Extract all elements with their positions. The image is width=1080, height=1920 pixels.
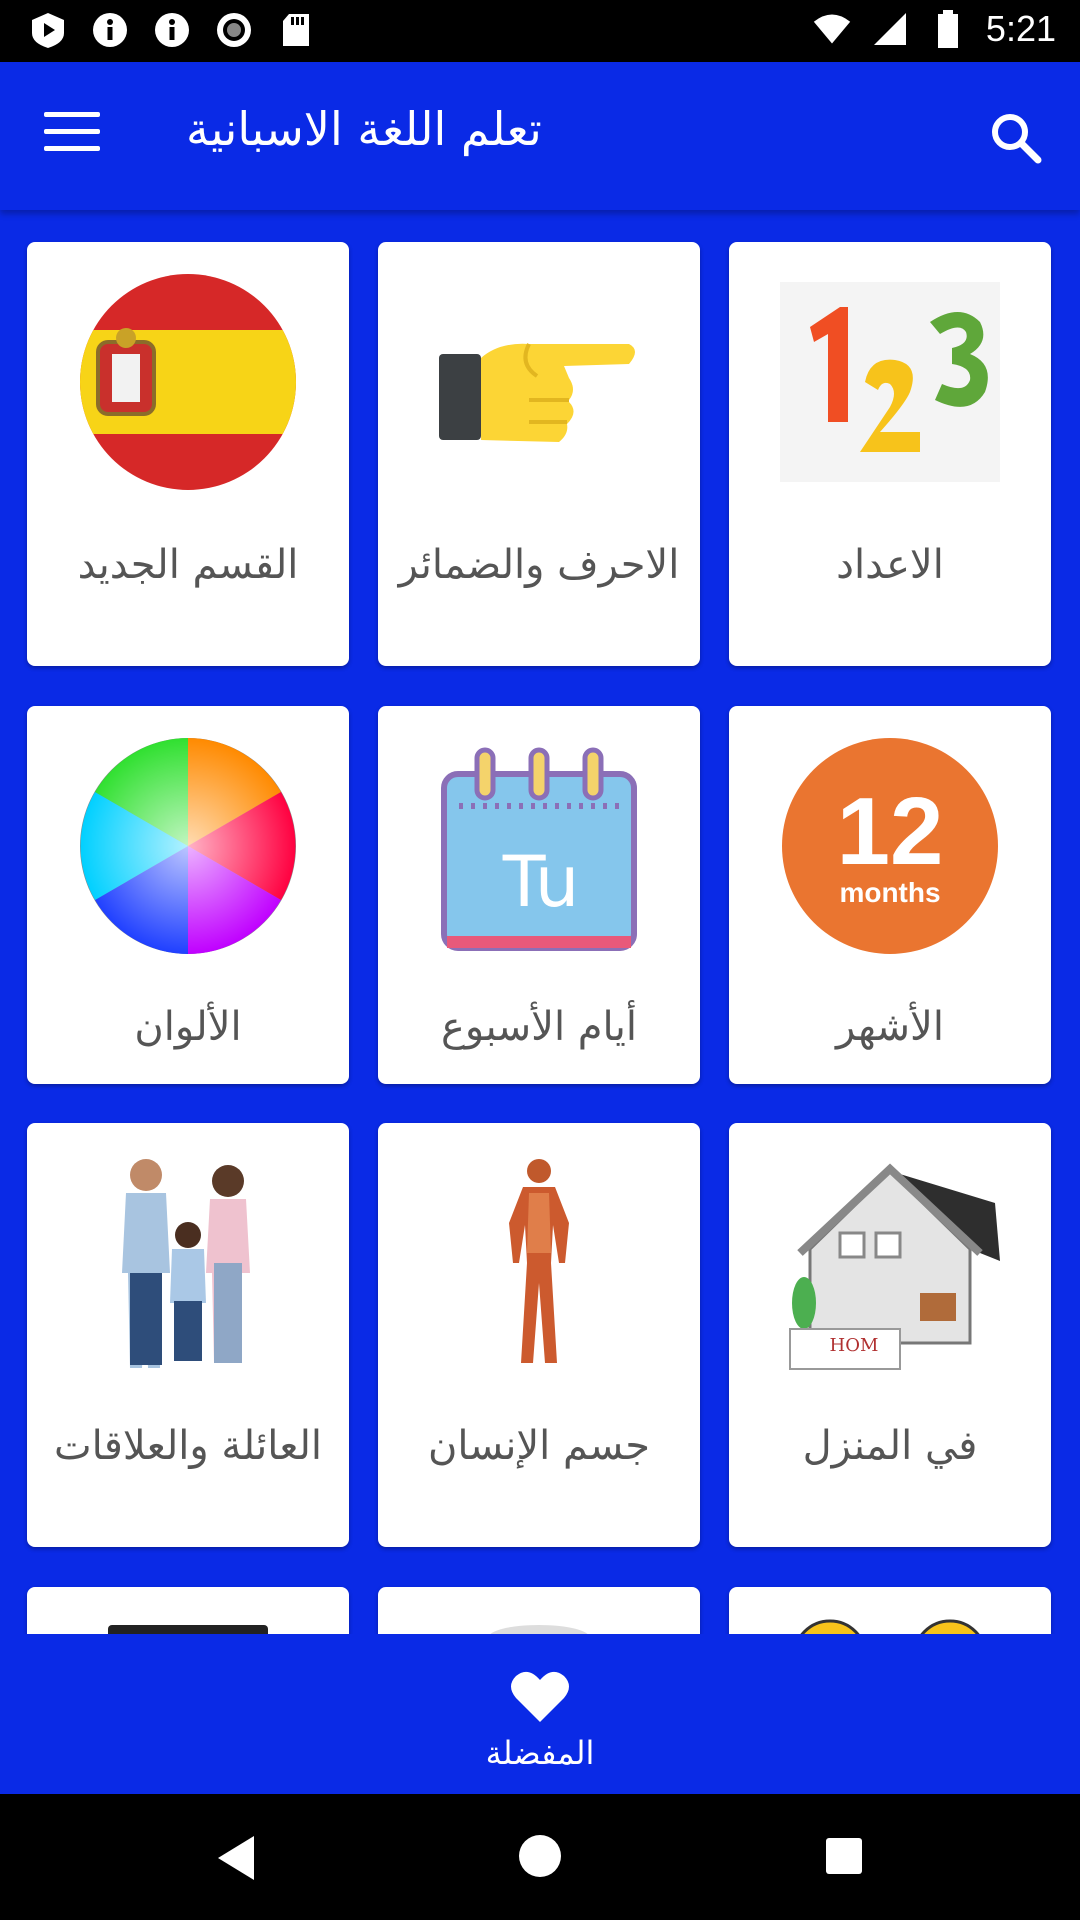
category-card-letters[interactable]: الاحرف والضمائر <box>378 242 700 666</box>
menu-icon-line <box>44 112 100 117</box>
house-sign-text: HOM <box>830 1335 879 1356</box>
clock: 5:21 <box>985 8 1056 49</box>
home-icon[interactable] <box>518 1834 562 1878</box>
calendar-tu-icon: Tu <box>441 747 637 951</box>
category-card-numbers[interactable]: الاعداد <box>729 242 1051 666</box>
category-card-weekdays[interactable]: Tu أيام الأسبوع <box>378 706 700 1084</box>
pointing-hand-icon <box>439 343 635 442</box>
battery-icon <box>928 9 968 49</box>
category-card-body[interactable]: جسم الإنسان <box>378 1123 700 1547</box>
category-card-colors[interactable]: الألوان <box>27 706 349 1084</box>
category-grid: الاعداد الاحرف والضمائر القسم الجديد 12 … <box>0 210 1080 1634</box>
app-title: تعلم اللغة الاسبانية <box>186 102 542 156</box>
category-card-partial[interactable] <box>378 1587 700 1634</box>
category-card-home[interactable]: HOM في المنزل <box>729 1123 1051 1547</box>
category-label: العائلة والعلاقات <box>53 1423 323 1469</box>
category-label: الاحرف والضمائر <box>398 542 680 588</box>
sd-card-icon <box>276 10 316 50</box>
category-card-family[interactable]: العائلة والعلاقات <box>27 1123 349 1547</box>
info-icon <box>152 10 192 50</box>
heart-icon[interactable] <box>510 1670 570 1724</box>
category-card-partial[interactable] <box>27 1587 349 1634</box>
status-left-icons <box>28 10 316 50</box>
menu-button[interactable] <box>44 112 100 160</box>
spain-flag-icon <box>80 274 296 490</box>
color-wheel-icon <box>80 738 296 954</box>
search-icon <box>992 114 1042 164</box>
category-label: الألوان <box>134 1004 242 1050</box>
wifi-icon <box>812 9 852 49</box>
calendar-text: Tu <box>502 841 580 923</box>
bottom-navigation: المفضلة <box>0 1634 1080 1794</box>
category-label: في المنزل <box>802 1423 978 1469</box>
back-icon[interactable] <box>214 1834 258 1882</box>
search-button[interactable] <box>988 110 1044 166</box>
category-label: جسم الإنسان <box>427 1423 651 1469</box>
app-bar: تعلم اللغة الاسبانية <box>0 62 1080 210</box>
menu-icon-line <box>44 146 100 151</box>
system-navigation-bar <box>0 1794 1080 1920</box>
recents-icon[interactable] <box>824 1836 864 1876</box>
status-right-icons: 5:21 <box>812 8 1056 50</box>
record-icon <box>214 10 254 50</box>
status-bar: 5:21 <box>0 0 1080 62</box>
category-label: الأشهر <box>836 1004 944 1050</box>
menu-icon-line <box>44 129 100 134</box>
human-body-icon <box>509 1159 569 1363</box>
numbers-123-icon <box>780 282 1000 482</box>
info-icon <box>90 10 130 50</box>
month-word: months <box>839 877 940 908</box>
emoji-icon <box>800 1619 980 1634</box>
category-label: القسم الجديد <box>77 542 299 588</box>
family-icon <box>122 1159 250 1368</box>
clock-icon <box>490 1625 588 1634</box>
twelve-months-icon: 12 months <box>782 738 998 954</box>
house-icon: HOM <box>789 1163 1000 1370</box>
category-label: الاعداد <box>836 542 944 588</box>
category-label: أيام الأسبوع <box>441 1004 637 1050</box>
notification-play-icon <box>28 10 68 50</box>
month-number: 12 <box>837 778 944 885</box>
signal-icon <box>870 9 910 49</box>
category-card-months[interactable]: 12 months الأشهر <box>729 706 1051 1084</box>
favorites-label[interactable]: المفضلة <box>0 1734 1080 1772</box>
category-card-new-section[interactable]: القسم الجديد <box>27 242 349 666</box>
laptop-icon <box>108 1625 268 1634</box>
category-card-partial[interactable] <box>729 1587 1051 1634</box>
